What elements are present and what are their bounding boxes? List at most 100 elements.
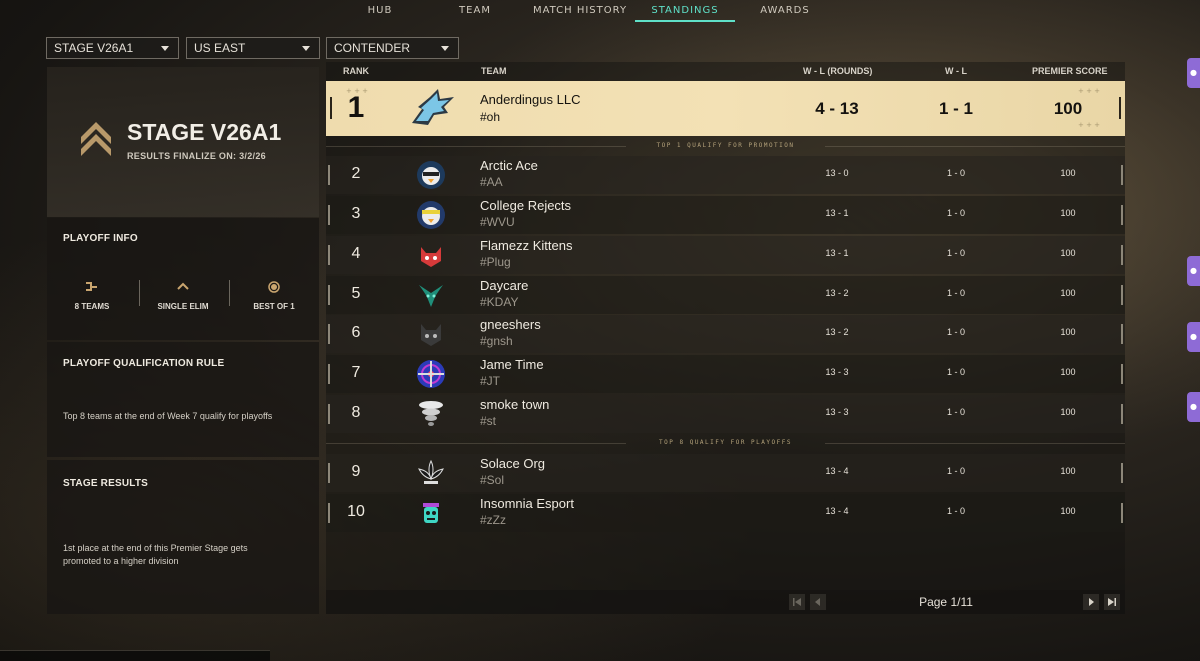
wl-rounds: 13 - 2	[825, 288, 849, 298]
row-edge	[328, 404, 330, 424]
table-row[interactable]: 6 gneeshers #gnsh 13 - 2 1 - 0 100	[326, 315, 1125, 353]
table-row[interactable]: 4 Flamezz Kittens #Plug 13 - 1 1 - 0 100	[326, 236, 1125, 274]
prev-page-button[interactable]	[810, 594, 826, 610]
team-tag: #gnsh	[480, 334, 513, 348]
premier-score: 100	[1053, 99, 1083, 118]
team-logo-icon	[419, 401, 443, 426]
playoff-info-heading: PLAYOFF INFO	[63, 233, 138, 244]
premier-logo-icon	[81, 122, 111, 156]
tab-hub[interactable]: HUB	[335, 0, 425, 22]
qualification-text: Top 8 teams at the end of Week 7 qualify…	[63, 411, 273, 421]
rank-number: 8	[351, 404, 361, 421]
tab-awards[interactable]: AWARDS	[735, 0, 835, 22]
row-edge	[1119, 97, 1121, 119]
team-tag: #oh	[480, 110, 501, 124]
side-friend-tab[interactable]: ●	[1187, 58, 1200, 88]
table-row[interactable]: 7 Jame Time #JT 13 - 3 1 - 0 100	[326, 355, 1125, 393]
playoff-format-label: SINGLE ELIM	[157, 302, 209, 311]
row-edge	[328, 165, 330, 185]
stage-results-text: 1st place at the end of this Premier Sta…	[63, 543, 248, 566]
division-dropdown-value: CONTENDER	[334, 41, 411, 55]
last-page-icon	[1108, 598, 1116, 606]
playoff-info-items: 8 TEAMS SINGLE ELIM BEST OF 1	[47, 280, 319, 320]
team-tag: #WVU	[480, 215, 515, 229]
team-tag: #KDAY	[480, 295, 519, 309]
stage-card: STAGE V26A1 RESULTS FINALIZE ON: 3/2/26	[47, 67, 319, 217]
first-page-button[interactable]	[789, 594, 805, 610]
chevron-down-icon	[161, 46, 169, 51]
wl-rounds: 13 - 1	[825, 248, 849, 258]
wl-rounds: 4 - 13	[815, 99, 859, 118]
row-edge	[328, 285, 330, 305]
team-tag: #JT	[480, 374, 501, 388]
rank-number: 1	[347, 91, 365, 124]
wl: 1 - 0	[946, 407, 965, 417]
person-icon: ●	[1190, 402, 1197, 411]
pagination: Page 1/11	[326, 590, 1125, 614]
table-row[interactable]: 10 Insomnia Esport #zZz 13 - 4 1 - 0 100	[326, 494, 1125, 532]
wl-rounds: 13 - 1	[825, 208, 849, 218]
premier-score: 100	[1060, 407, 1076, 417]
rank-number: 6	[351, 324, 361, 341]
row-edge	[328, 324, 330, 344]
stage-dropdown[interactable]: STAGE V26A1	[46, 37, 179, 59]
team-tag: #Plug	[480, 255, 511, 269]
last-page-button[interactable]	[1104, 594, 1120, 610]
wl: 1 - 0	[946, 327, 965, 337]
row-edge	[328, 205, 330, 225]
team-name: gneeshers	[480, 317, 541, 332]
wl-rounds: 13 - 0	[825, 168, 849, 178]
premier-score: 100	[1060, 506, 1076, 516]
rank-number: 4	[351, 245, 361, 262]
next-page-button[interactable]	[1083, 594, 1099, 610]
table-row[interactable]: 8 smoke town #st 13 - 3 1 - 0 100	[326, 395, 1125, 433]
team-name: Daycare	[480, 278, 529, 293]
table-row[interactable]: 5 Daycare #KDAY 13 - 2 1 - 0 100	[326, 276, 1125, 314]
team-name: Anderdingus LLC	[480, 92, 581, 107]
division-dropdown[interactable]: CONTENDER	[326, 37, 459, 59]
row-edge	[328, 245, 330, 265]
row-edge	[1121, 324, 1123, 344]
row-edge	[1121, 285, 1123, 305]
results-finalize-date: RESULTS FINALIZE ON: 3/2/26	[127, 151, 266, 161]
wl: 1 - 0	[946, 288, 965, 298]
chevron-down-icon	[441, 46, 449, 51]
side-friend-tab[interactable]: ●	[1187, 392, 1200, 422]
wl-rounds: 13 - 3	[825, 367, 849, 377]
team-logo-icon	[421, 247, 441, 267]
side-friend-tab[interactable]: ●	[1187, 322, 1200, 352]
team-name: Arctic Ace	[480, 158, 538, 173]
team-logo-icon	[419, 285, 443, 307]
team-logo-icon	[421, 324, 441, 346]
team-tag: #Sol	[480, 473, 505, 487]
tab-team[interactable]: TEAM	[425, 0, 525, 22]
table-row-top[interactable]: + + + + + + + + + 1 Anderdingus LLC #oh …	[326, 81, 1125, 136]
rank-number: 7	[351, 364, 361, 381]
bottom-chat-bar[interactable]	[0, 650, 270, 661]
side-friend-tab[interactable]: ●	[1187, 256, 1200, 286]
stage-results-heading: STAGE RESULTS	[63, 478, 149, 489]
team-tag: #AA	[480, 175, 503, 189]
page-indicator: Page 1/11	[919, 595, 973, 609]
tab-standings[interactable]: STANDINGS	[635, 0, 735, 22]
prev-page-icon	[815, 598, 820, 606]
playoff-info-panel: PLAYOFF INFO 8 TEAMS SINGLE ELIM BEST OF…	[47, 218, 319, 340]
table-row[interactable]: 9 Solace Org #Sol 13 - 4 1 - 0 100	[326, 454, 1125, 492]
next-page-icon	[1089, 598, 1094, 606]
region-dropdown[interactable]: US EAST	[186, 37, 320, 59]
header-team: TEAM	[481, 66, 507, 76]
table-row[interactable]: 2 Arctic Ace #AA 13 - 0 1 - 0 100	[326, 156, 1125, 194]
rank-number: 2	[351, 165, 361, 182]
decor-plus: + + +	[1078, 121, 1101, 129]
team-tag: #st	[480, 414, 497, 428]
wl: 1 - 0	[946, 208, 965, 218]
wl-rounds: 13 - 2	[825, 327, 849, 337]
playoff-series-label: BEST OF 1	[253, 302, 295, 311]
table-row[interactable]: 3 College Rejects #WVU 13 - 1 1 - 0 100	[326, 196, 1125, 234]
team-logo-icon	[418, 459, 444, 484]
tab-match-history[interactable]: MATCH HISTORY	[525, 0, 635, 22]
premier-score: 100	[1060, 208, 1076, 218]
row-edge	[330, 97, 332, 119]
team-name: Flamezz Kittens	[480, 238, 573, 253]
first-page-icon	[793, 598, 801, 606]
